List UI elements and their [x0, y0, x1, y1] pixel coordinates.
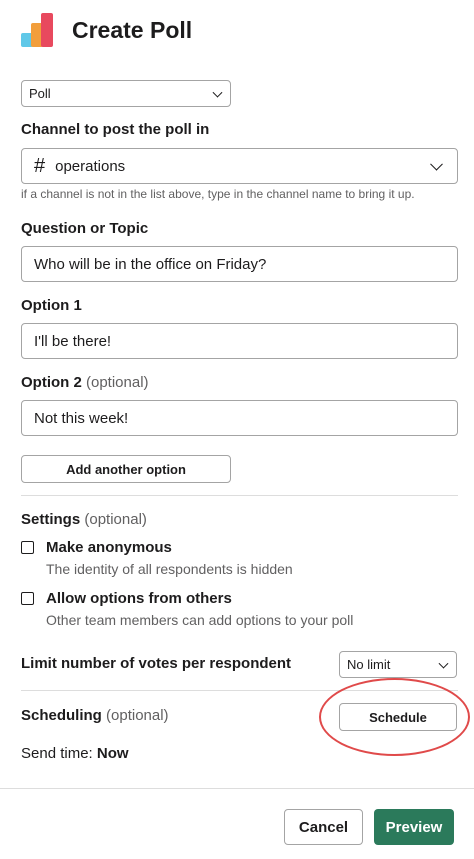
channel-help-text: if a channel is not in the list above, t…: [21, 187, 415, 201]
divider: [21, 495, 458, 496]
scheduling-label: Scheduling (optional): [21, 707, 169, 724]
header: Create Poll: [21, 12, 192, 48]
limit-votes-value: No limit: [347, 657, 391, 672]
optional-tag: (optional): [106, 707, 169, 724]
send-time-value: Now: [96, 745, 129, 762]
anonymous-title: Make anonymous: [46, 539, 172, 556]
divider: [21, 690, 458, 691]
optional-tag: (optional): [84, 511, 147, 528]
preview-button[interactable]: Preview: [374, 809, 454, 845]
channel-label: Channel to post the poll in: [21, 121, 210, 138]
cancel-button[interactable]: Cancel: [284, 809, 363, 845]
option2-value: Not this week!: [34, 409, 129, 427]
settings-label: Settings (optional): [21, 511, 147, 528]
send-time: Send time: Now: [21, 745, 129, 762]
option1-value: I'll be there!: [34, 332, 112, 350]
chevron-down-icon: [430, 157, 443, 171]
option2-input[interactable]: Not this week!: [21, 400, 458, 436]
poll-type-value: Poll: [29, 86, 51, 101]
poll-type-select[interactable]: Poll: [21, 80, 231, 107]
settings-label-text: Settings: [21, 511, 81, 528]
allow-options-title: Allow options from others: [46, 590, 232, 607]
anonymous-desc: The identity of all respondents is hidde…: [46, 561, 293, 577]
add-option-button[interactable]: Add another option: [21, 455, 231, 483]
limit-votes-select[interactable]: No limit: [339, 651, 457, 678]
question-value: Who will be in the office on Friday?: [34, 255, 267, 273]
anonymous-checkbox[interactable]: [21, 541, 34, 554]
option2-label: Option 2 (optional): [21, 374, 149, 391]
channel-select[interactable]: # operations: [21, 148, 458, 184]
schedule-button[interactable]: Schedule: [339, 703, 457, 731]
chevron-down-icon: [212, 87, 223, 98]
limit-votes-label: Limit number of votes per respondent: [21, 655, 292, 672]
question-input[interactable]: Who will be in the office on Friday?: [21, 246, 458, 282]
option2-label-text: Option 2: [21, 374, 82, 391]
option1-label: Option 1: [21, 297, 82, 314]
allow-options-checkbox[interactable]: [21, 592, 34, 605]
footer-divider: [0, 788, 474, 789]
page-title: Create Poll: [72, 16, 193, 43]
question-label: Question or Topic: [21, 220, 149, 237]
hash-icon: #: [34, 154, 46, 177]
optional-tag: (optional): [86, 374, 149, 391]
channel-value: operations: [55, 157, 126, 175]
send-time-label: Send time:: [21, 745, 93, 762]
chevron-down-icon: [438, 658, 449, 669]
poll-bars-icon: [21, 13, 55, 47]
scheduling-label-text: Scheduling: [21, 707, 102, 724]
option1-input[interactable]: I'll be there!: [21, 323, 458, 359]
allow-options-desc: Other team members can add options to yo…: [46, 612, 354, 628]
